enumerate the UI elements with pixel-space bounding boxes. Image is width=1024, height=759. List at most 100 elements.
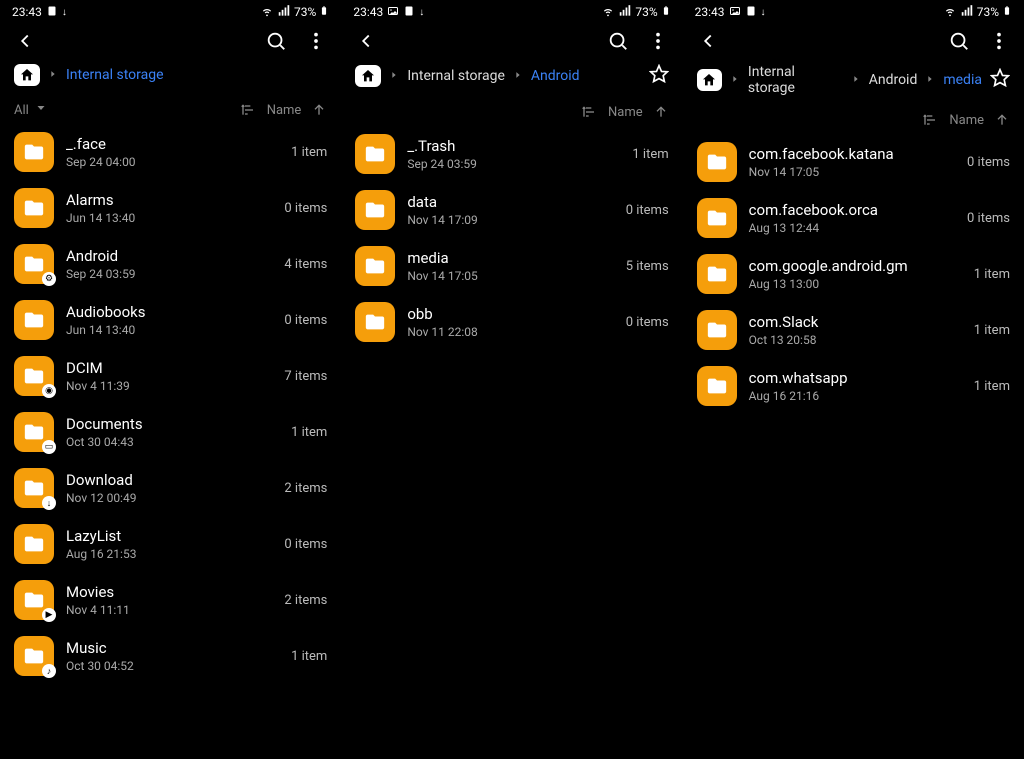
- list-item-main: Movies Nov 4 11:11: [66, 583, 272, 617]
- folder-icon: ♪: [14, 636, 54, 676]
- sort-icon[interactable]: [923, 112, 939, 128]
- signal-icon: [960, 4, 974, 21]
- list-item[interactable]: com.facebook.katana Nov 14 17:05 0 items: [683, 134, 1024, 190]
- list-item[interactable]: ▭ Documents Oct 30 04:43 1 item: [0, 404, 341, 460]
- folder-badge-icon: ▶: [42, 608, 56, 622]
- list-item-main: Download Nov 12 00:49: [66, 471, 272, 505]
- status-image-icon: [729, 5, 741, 20]
- list-item[interactable]: ↓ Download Nov 12 00:49 2 items: [0, 460, 341, 516]
- folder-list[interactable]: _.Trash Sep 24 03:59 1 item data Nov 14 …: [341, 126, 682, 759]
- list-item-main: com.Slack Oct 13 20:58: [749, 313, 962, 347]
- list-item[interactable]: ⚙ Android Sep 24 03:59 4 items: [0, 236, 341, 292]
- sort-icon[interactable]: [582, 104, 598, 120]
- folder-name: Documents: [66, 415, 279, 433]
- list-item-main: com.google.android.gm Aug 13 13:00: [749, 257, 962, 291]
- list-item[interactable]: media Nov 14 17:05 5 items: [341, 238, 682, 294]
- search-button[interactable]: [607, 30, 629, 52]
- breadcrumb-segment[interactable]: media: [943, 72, 982, 88]
- sort-direction-button[interactable]: [311, 102, 327, 118]
- folder-date: Oct 30 04:52: [66, 659, 279, 673]
- list-item[interactable]: ♪ Music Oct 30 04:52 1 item: [0, 628, 341, 684]
- back-button[interactable]: [14, 30, 36, 52]
- folder-date: Oct 13 20:58: [749, 333, 962, 347]
- folder-badge-icon: ♪: [42, 664, 56, 678]
- list-item[interactable]: data Nov 14 17:09 0 items: [341, 182, 682, 238]
- list-item[interactable]: _.Trash Sep 24 03:59 1 item: [341, 126, 682, 182]
- chevron-icon: [730, 74, 740, 87]
- list-item[interactable]: obb Nov 11 22:08 0 items: [341, 294, 682, 350]
- back-button[interactable]: [697, 30, 719, 52]
- file-manager-pane: 23:43 ↓ 73% Internal storageAndroidmedia…: [683, 0, 1024, 759]
- list-item[interactable]: com.Slack Oct 13 20:58 1 item: [683, 302, 1024, 358]
- folder-date: Sep 24 03:59: [407, 157, 620, 171]
- home-button[interactable]: [697, 69, 722, 91]
- sort-label[interactable]: Name: [267, 103, 302, 118]
- list-item-main: Documents Oct 30 04:43: [66, 415, 279, 449]
- search-button[interactable]: [948, 30, 970, 52]
- list-item-main: Android Sep 24 03:59: [66, 247, 272, 281]
- sort-icon[interactable]: [241, 102, 257, 118]
- sort-direction-button[interactable]: [653, 104, 669, 120]
- folder-icon: [14, 188, 54, 228]
- more-button[interactable]: [305, 30, 327, 52]
- breadcrumb-segment[interactable]: Android: [531, 68, 580, 84]
- folder-date: Nov 14 17:05: [749, 165, 955, 179]
- breadcrumb-segment[interactable]: Internal storage: [66, 67, 164, 83]
- breadcrumb-segment[interactable]: Android: [869, 72, 918, 88]
- breadcrumb-segment[interactable]: Internal storage: [748, 64, 843, 96]
- status-card-icon: [46, 5, 58, 20]
- folder-icon: [355, 246, 395, 286]
- back-button[interactable]: [355, 30, 377, 52]
- folder-count: 0 items: [626, 315, 669, 330]
- toolbar: [341, 22, 682, 64]
- folder-icon: [697, 142, 737, 182]
- folder-list[interactable]: _.face Sep 24 04:00 1 item Alarms Jun 14…: [0, 124, 341, 759]
- chevron-icon: [851, 74, 861, 87]
- search-button[interactable]: [265, 30, 287, 52]
- list-item[interactable]: _.face Sep 24 04:00 1 item: [0, 124, 341, 180]
- list-item[interactable]: com.facebook.orca Aug 13 12:44 0 items: [683, 190, 1024, 246]
- list-item[interactable]: com.google.android.gm Aug 13 13:00 1 ite…: [683, 246, 1024, 302]
- folder-icon: [355, 302, 395, 342]
- folder-date: Jun 14 13:40: [66, 323, 272, 337]
- home-button[interactable]: [355, 65, 381, 87]
- folder-icon: [355, 134, 395, 174]
- list-item-main: com.whatsapp Aug 16 21:16: [749, 369, 962, 403]
- more-button[interactable]: [988, 30, 1010, 52]
- favorite-button[interactable]: [649, 64, 669, 88]
- home-button[interactable]: [14, 64, 40, 86]
- folder-name: Download: [66, 471, 272, 489]
- folder-icon: [697, 198, 737, 238]
- folder-icon: [14, 132, 54, 172]
- folder-name: Movies: [66, 583, 272, 601]
- folder-count: 1 item: [974, 323, 1010, 338]
- folder-count: 2 items: [284, 481, 327, 496]
- folder-icon: [697, 254, 737, 294]
- favorite-button[interactable]: [990, 68, 1010, 92]
- folder-list[interactable]: com.facebook.katana Nov 14 17:05 0 items…: [683, 134, 1024, 759]
- sort-label[interactable]: Name: [949, 113, 984, 128]
- sort-label[interactable]: Name: [608, 105, 643, 120]
- status-download-icon: ↓: [419, 7, 424, 18]
- status-time: 23:43: [12, 5, 42, 19]
- folder-name: data: [407, 193, 613, 211]
- status-bar: 23:43 ↓ 73%: [0, 0, 341, 22]
- folder-icon: ⚙: [14, 244, 54, 284]
- breadcrumb-segment[interactable]: Internal storage: [407, 68, 505, 84]
- folder-icon: [697, 310, 737, 350]
- filter-all[interactable]: All: [14, 103, 29, 118]
- sort-direction-button[interactable]: [994, 112, 1010, 128]
- list-item[interactable]: Alarms Jun 14 13:40 0 items: [0, 180, 341, 236]
- list-item[interactable]: ◉ DCIM Nov 4 11:39 7 items: [0, 348, 341, 404]
- folder-icon: [14, 524, 54, 564]
- more-button[interactable]: [647, 30, 669, 52]
- list-item-main: Music Oct 30 04:52: [66, 639, 279, 673]
- wifi-icon: [260, 4, 274, 21]
- list-item[interactable]: ▶ Movies Nov 4 11:11 2 items: [0, 572, 341, 628]
- list-item-main: DCIM Nov 4 11:39: [66, 359, 272, 393]
- list-item[interactable]: LazyList Aug 16 21:53 0 items: [0, 516, 341, 572]
- list-item[interactable]: Audiobooks Jun 14 13:40 0 items: [0, 292, 341, 348]
- folder-name: _.face: [66, 135, 279, 153]
- list-item-main: LazyList Aug 16 21:53: [66, 527, 272, 561]
- list-item[interactable]: com.whatsapp Aug 16 21:16 1 item: [683, 358, 1024, 414]
